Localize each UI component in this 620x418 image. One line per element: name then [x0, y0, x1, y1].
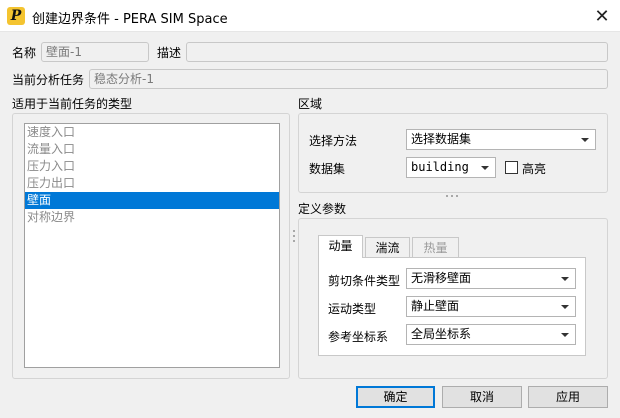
chevron-down-icon — [581, 138, 589, 142]
chevron-down-icon — [481, 166, 489, 170]
cancel-button[interactable]: 取消 — [442, 386, 522, 408]
vertical-splitter-grip[interactable] — [293, 230, 296, 244]
title-bar: P 创建边界条件 - PERA SIM Space ✕ — [0, 0, 620, 32]
close-icon: ✕ — [594, 5, 610, 27]
tab-turbulence[interactable]: 湍流 — [365, 237, 410, 259]
shear-value: 无滑移壁面 — [411, 271, 472, 285]
task-label: 当前分析任务 — [12, 73, 85, 87]
name-label: 名称 — [12, 46, 37, 60]
shear-label: 剪切条件类型 — [328, 274, 401, 288]
chevron-down-icon — [561, 333, 569, 337]
ok-button[interactable]: 确定 — [356, 386, 435, 408]
highlight-checkbox[interactable] — [505, 161, 518, 174]
list-item[interactable]: 压力出口 — [25, 175, 279, 192]
chevron-down-icon — [561, 277, 569, 281]
description-field[interactable] — [186, 42, 608, 62]
list-item-selected[interactable]: 壁面 — [25, 192, 279, 209]
list-item[interactable]: 对称边界 — [25, 209, 279, 226]
method-combobox[interactable]: 选择数据集 — [406, 129, 596, 150]
dataset-label: 数据集 — [309, 162, 346, 176]
method-label: 选择方法 — [309, 134, 358, 148]
app-logo-icon: P — [7, 7, 25, 25]
region-heading: 区域 — [298, 97, 323, 111]
task-field: 稳态分析-1 — [89, 69, 608, 89]
tab-heat[interactable]: 热量 — [412, 237, 459, 259]
dataset-combobox[interactable]: building — [406, 157, 496, 178]
name-field[interactable]: 壁面-1 — [41, 42, 149, 62]
description-label: 描述 — [157, 46, 182, 60]
types-heading: 适用于当前任务的类型 — [12, 97, 133, 111]
motion-combobox[interactable]: 静止壁面 — [406, 296, 576, 317]
close-button[interactable]: ✕ — [584, 0, 620, 32]
types-listbox[interactable]: 速度入口 流量入口 压力入口 压力出口 壁面 对称边界 — [24, 123, 280, 368]
region-group — [298, 113, 608, 193]
params-heading: 定义参数 — [298, 202, 347, 216]
motion-value: 静止壁面 — [411, 299, 460, 313]
dataset-value: building — [411, 160, 469, 174]
coord-value: 全局坐标系 — [411, 327, 472, 341]
highlight-label: 高亮 — [522, 162, 547, 176]
coord-label: 参考坐标系 — [328, 330, 389, 344]
coord-combobox[interactable]: 全局坐标系 — [406, 324, 576, 345]
list-item[interactable]: 流量入口 — [25, 141, 279, 158]
shear-combobox[interactable]: 无滑移壁面 — [406, 268, 576, 289]
window-title: 创建边界条件 - PERA SIM Space — [32, 12, 228, 27]
list-item[interactable]: 速度入口 — [25, 124, 279, 141]
list-item[interactable]: 压力入口 — [25, 158, 279, 175]
motion-label: 运动类型 — [328, 302, 377, 316]
tab-momentum[interactable]: 动量 — [318, 235, 363, 258]
horizontal-splitter-grip[interactable] — [446, 195, 460, 198]
method-value: 选择数据集 — [411, 132, 472, 146]
chevron-down-icon — [561, 305, 569, 309]
apply-button[interactable]: 应用 — [528, 386, 608, 408]
